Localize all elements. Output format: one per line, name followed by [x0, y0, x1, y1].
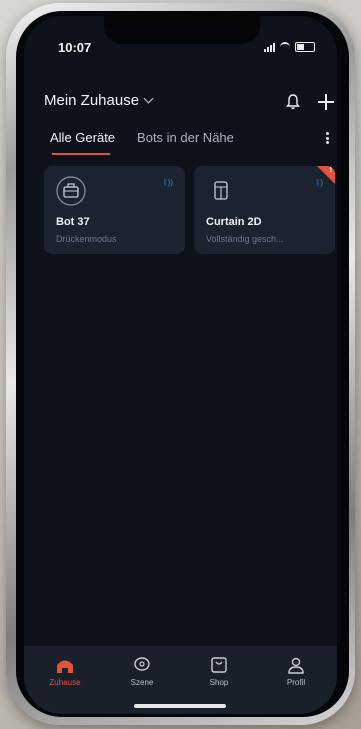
device-status: Vollständig gesch... — [206, 234, 284, 244]
app-screen: 10:07 Mein Zuhause Alle Geräte Bots in d… — [24, 16, 337, 714]
bluetooth-icon: ᛒ)) — [162, 178, 173, 187]
profile-icon — [288, 657, 304, 674]
bot-icon — [56, 176, 86, 206]
nav-label: Zuhause — [49, 678, 81, 687]
device-name: Curtain 2D — [206, 216, 262, 228]
nav-label: Profil — [286, 678, 306, 687]
nav-label: Szene — [130, 678, 154, 687]
status-time: 10:07 — [58, 40, 92, 55]
nav-home[interactable]: Zuhause — [30, 656, 100, 687]
tab-all-devices[interactable]: Alle Geräte — [50, 130, 115, 155]
alert-badge-text: ! — [329, 167, 332, 174]
battery-icon — [295, 42, 315, 52]
curtain-icon — [214, 181, 228, 200]
scene-icon — [134, 657, 150, 671]
tab-nearby-bots[interactable]: Bots in der Nähe — [137, 130, 234, 145]
home-title: Mein Zuhause — [44, 92, 140, 109]
chevron-down-icon — [143, 93, 154, 104]
more-options-icon[interactable] — [326, 132, 329, 144]
home-selector[interactable]: Mein Zuhause — [44, 92, 154, 109]
nav-scene[interactable]: Szene — [107, 656, 177, 687]
shop-icon — [211, 657, 227, 673]
device-card-curtain[interactable]: ! ᛒ) Curtain 2D Vollständig gesch... — [194, 166, 335, 254]
device-tabs: Alle Geräte Bots in der Nähe — [50, 130, 234, 155]
notch — [104, 16, 260, 44]
wifi-icon — [280, 42, 290, 52]
device-name: Bot 37 — [56, 216, 90, 228]
bluetooth-icon: ᛒ) — [315, 178, 323, 187]
home-indicator[interactable] — [134, 704, 226, 708]
nav-label: Shop — [209, 678, 229, 687]
home-icon — [57, 660, 73, 673]
signal-icon — [264, 42, 275, 52]
bell-icon[interactable] — [286, 94, 300, 110]
add-device-button[interactable] — [318, 94, 334, 110]
device-status: Drückenmodus — [56, 234, 117, 244]
nav-shop[interactable]: Shop — [184, 656, 254, 687]
nav-profile[interactable]: Profil — [261, 656, 331, 687]
status-icons — [264, 42, 315, 52]
device-card-bot[interactable]: ᛒ)) Bot 37 Drückenmodus — [44, 166, 185, 254]
